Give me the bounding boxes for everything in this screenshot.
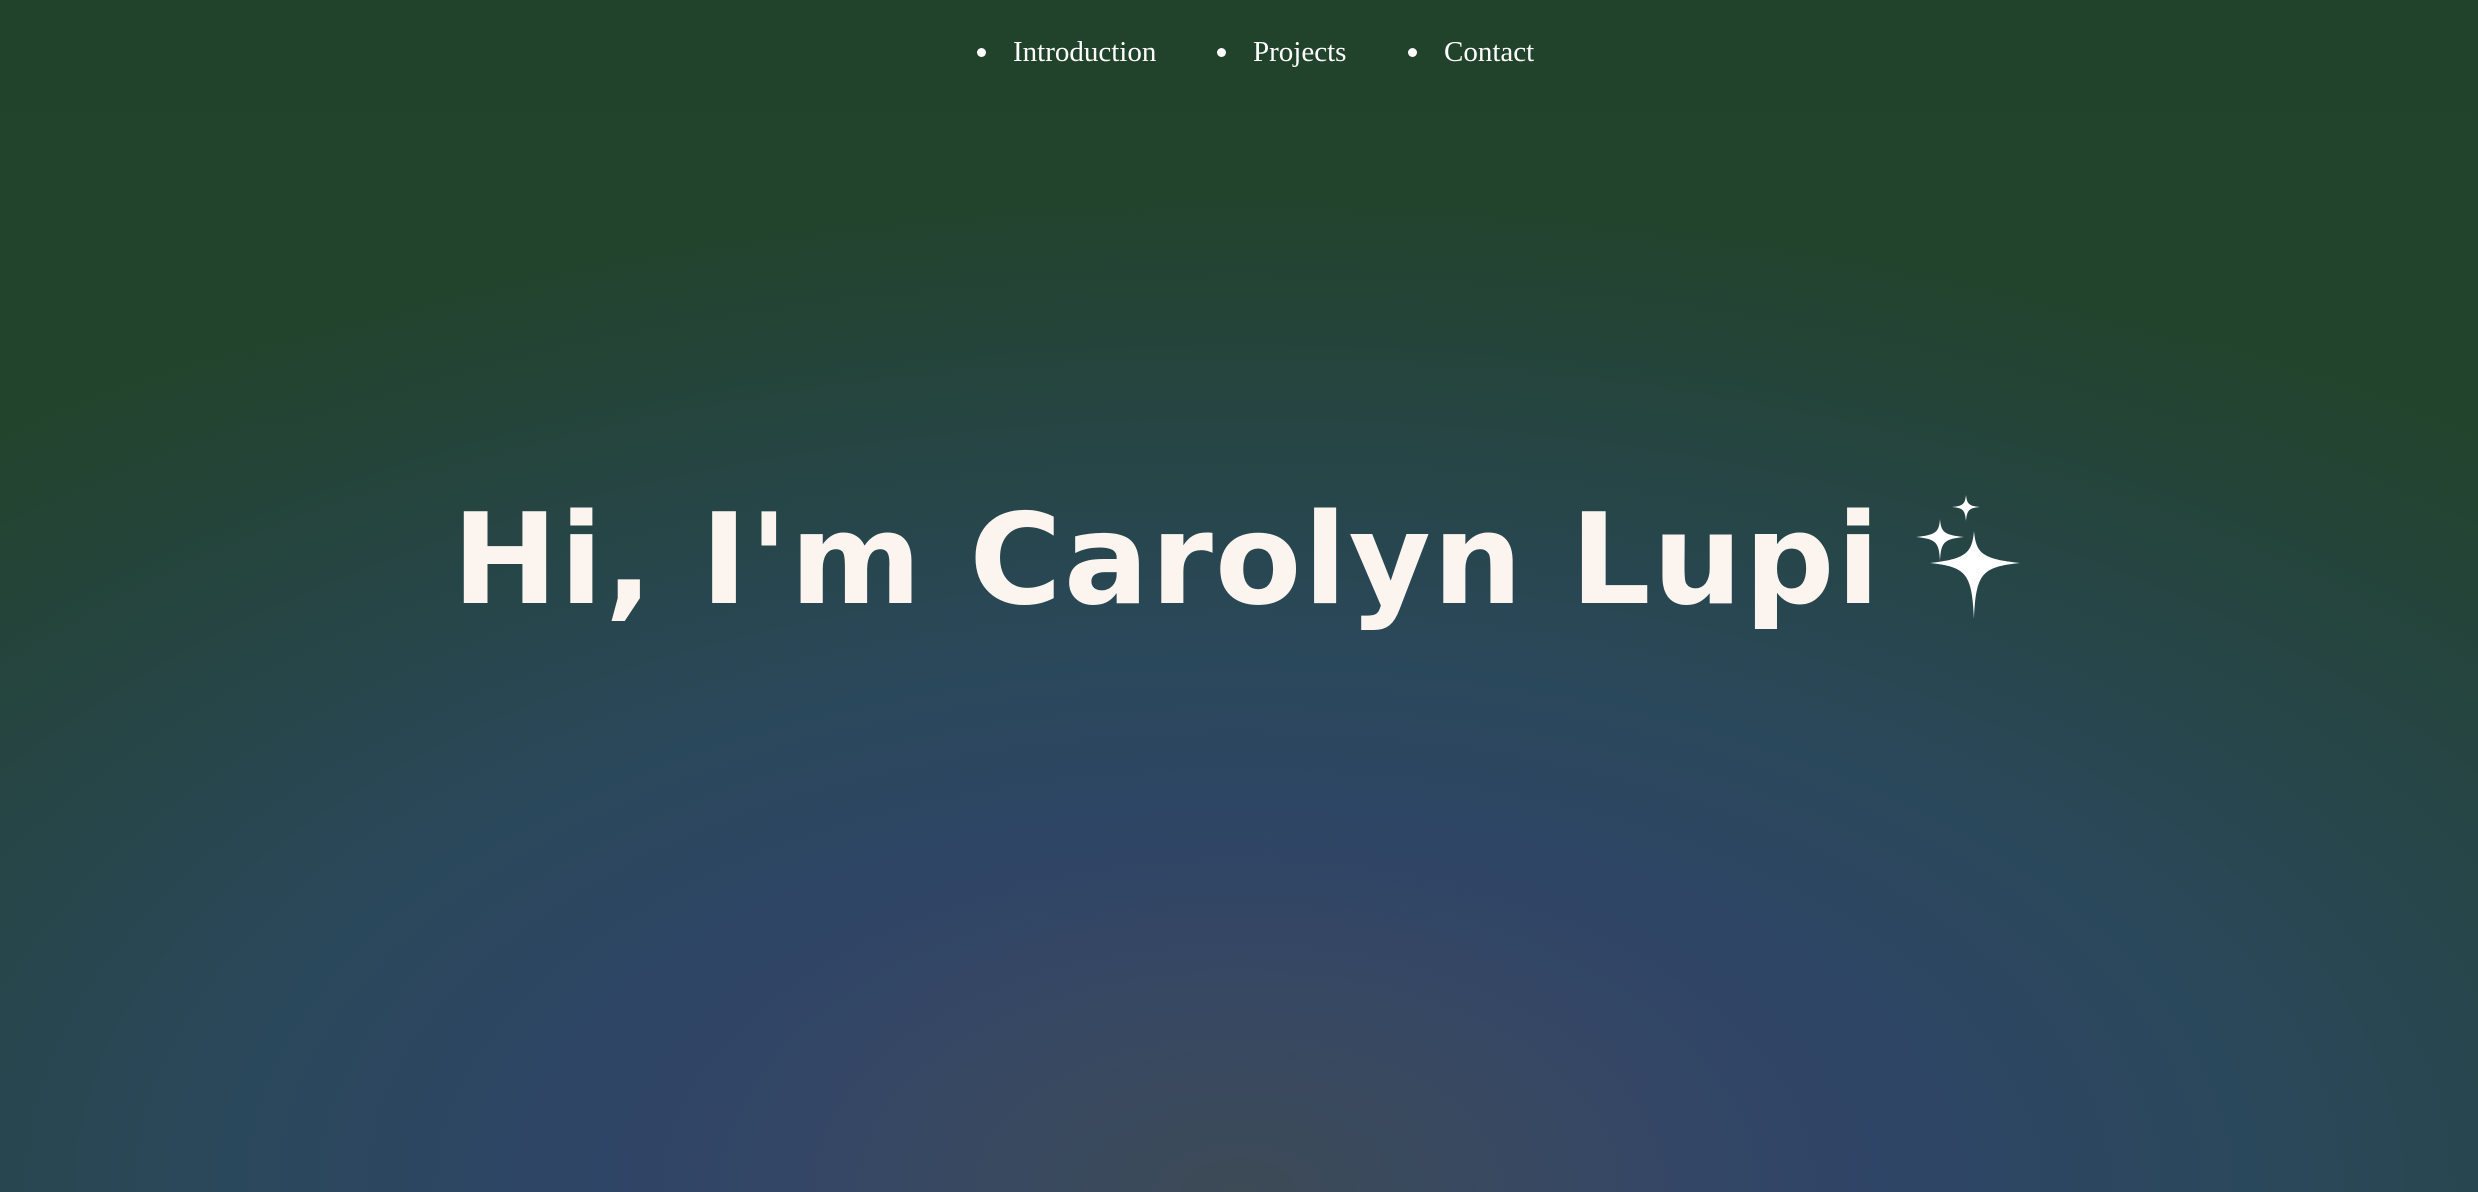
nav-label[interactable]: Projects	[1253, 32, 1346, 72]
main-nav: Introduction Projects Contact	[0, 0, 2478, 104]
nav-label[interactable]: Contact	[1444, 32, 1534, 72]
bullet-icon	[1217, 48, 1226, 57]
hero-section: Hi, I'm Carolyn Lupi	[0, 480, 2478, 660]
bullet-icon	[1408, 48, 1417, 57]
bullet-icon	[977, 48, 986, 57]
sparkles-icon	[1915, 495, 2020, 619]
nav-label[interactable]: Introduction	[1013, 32, 1156, 72]
hero-title: Hi, I'm Carolyn Lupi	[452, 486, 1882, 633]
